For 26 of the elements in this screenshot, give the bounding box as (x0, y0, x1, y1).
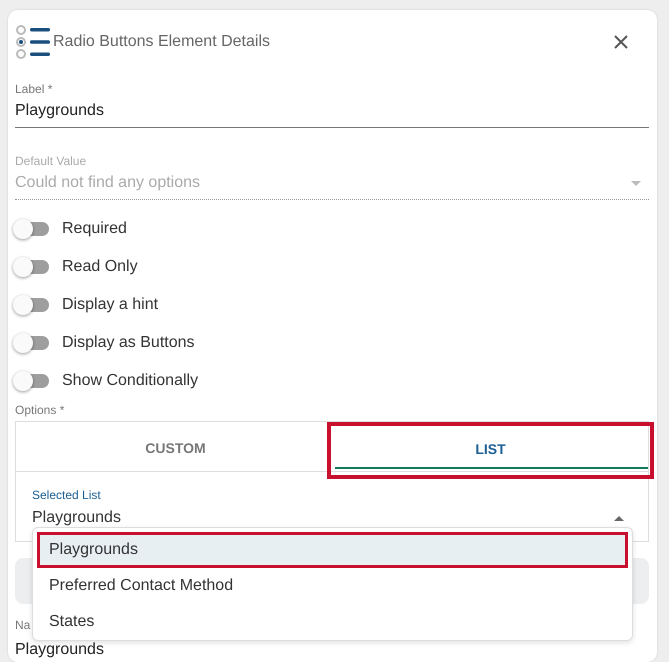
toggle-switch[interactable] (15, 222, 49, 236)
toggle-label: Display a hint (62, 296, 158, 314)
radio-list-icon (15, 25, 51, 59)
toggle-switch[interactable] (15, 336, 49, 350)
select-field[interactable]: Playgrounds (32, 502, 632, 527)
select-field: Could not find any options (15, 168, 649, 200)
toggle-label: Read Only (62, 258, 138, 276)
field-value: Playgrounds (15, 641, 104, 659)
toggle-switch[interactable] (15, 374, 49, 388)
toggle-label: Display as Buttons (62, 334, 195, 352)
field-label: Na (15, 618, 30, 632)
toggle-label: Required (62, 220, 127, 238)
toggle-switch[interactable] (15, 260, 49, 274)
tab[interactable]: LIST (327, 422, 654, 479)
field-label: Label * (15, 82, 54, 96)
field-label: Options * (15, 403, 66, 417)
dropdown-up-arrow-icon (614, 516, 624, 520)
field-label: Default Value (15, 154, 88, 168)
toggle-switch[interactable] (15, 298, 49, 312)
dialog-title: Radio Buttons Element Details (53, 33, 271, 51)
toggle-label: Show Conditionally (62, 372, 198, 390)
menu-item[interactable]: States (33, 604, 632, 640)
menu-item[interactable]: Playgrounds (37, 532, 628, 568)
dropdown-arrow-icon (631, 180, 641, 186)
menu-item[interactable]: Preferred Contact Method (33, 568, 632, 604)
field-label: Selected List (32, 488, 102, 502)
